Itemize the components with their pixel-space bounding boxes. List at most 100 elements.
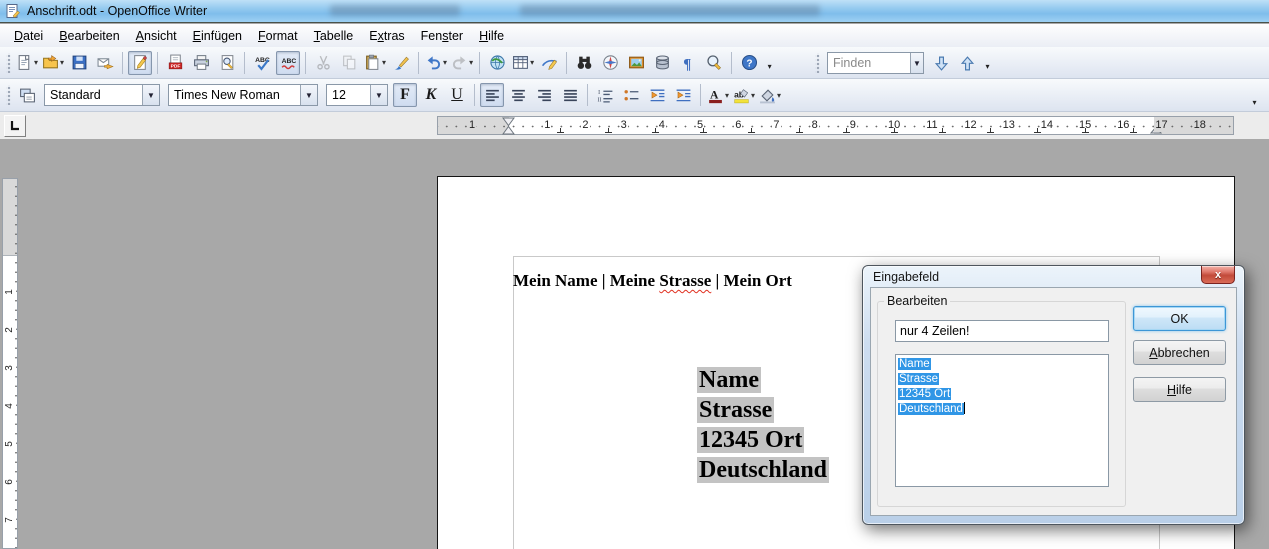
chevron-down-icon[interactable]: ▼: [300, 85, 317, 105]
highlighting-button[interactable]: ab▾: [732, 83, 756, 107]
ruler-number: 3: [4, 362, 16, 374]
dialog-close-button[interactable]: x: [1201, 266, 1235, 284]
toolbar-overflow-button[interactable]: ▾: [763, 59, 776, 74]
undo-button[interactable]: ▾: [424, 51, 448, 75]
menu-format[interactable]: Format: [250, 26, 306, 46]
chevron-down-icon[interactable]: ▾: [443, 58, 447, 67]
address-field-line[interactable]: Strasse: [697, 395, 829, 425]
formatting-marks-button[interactable]: ¶: [676, 51, 700, 75]
chevron-down-icon[interactable]: ▾: [382, 58, 386, 67]
chevron-down-icon[interactable]: ▾: [60, 58, 64, 67]
align-center-icon: [510, 87, 527, 104]
align-center-button[interactable]: [506, 83, 530, 107]
styles-window-button[interactable]: [15, 83, 39, 107]
navigator-button[interactable]: [598, 51, 622, 75]
font-color-button[interactable]: A▾: [706, 83, 730, 107]
menu-hilfe[interactable]: Hilfe: [471, 26, 512, 46]
address-field-line[interactable]: 12345 Ort: [697, 425, 829, 455]
paste-button[interactable]: ▾: [363, 51, 387, 75]
tab-stop-selector[interactable]: [4, 115, 26, 137]
find-previous-button[interactable]: [955, 51, 979, 75]
chevron-down-icon[interactable]: ▼: [142, 85, 159, 105]
zoom-button[interactable]: [702, 51, 726, 75]
hyperlink-button[interactable]: [485, 51, 509, 75]
chevron-down-icon[interactable]: ▾: [725, 91, 729, 100]
underline-button[interactable]: U: [445, 83, 469, 107]
find-next-button[interactable]: [929, 51, 953, 75]
menu-ansicht[interactable]: Ansicht: [128, 26, 185, 46]
find-replace-button[interactable]: [572, 51, 596, 75]
address-field-block[interactable]: NameStrasse12345 OrtDeutschland: [697, 365, 829, 485]
toolbar-grip[interactable]: [6, 53, 11, 73]
field-content-textarea[interactable]: NameStrasse12345 OrtDeutschland: [895, 354, 1109, 487]
chevron-down-icon[interactable]: ▾: [751, 91, 755, 100]
insert-table-button[interactable]: ▾: [511, 51, 535, 75]
page-preview-button[interactable]: [215, 51, 239, 75]
chevron-down-icon[interactable]: ▼: [910, 53, 923, 73]
find-toolbar-overflow-button[interactable]: ▾: [981, 59, 994, 74]
toolbar-grip[interactable]: [815, 53, 820, 73]
align-left-button[interactable]: [480, 83, 504, 107]
edit-file-button[interactable]: [128, 51, 152, 75]
print-button[interactable]: [189, 51, 213, 75]
draw-functions-button[interactable]: [537, 51, 561, 75]
new-document-button[interactable]: ▾: [15, 51, 39, 75]
chevron-down-icon[interactable]: ▾: [469, 58, 473, 67]
find-combobox[interactable]: ▼: [827, 52, 924, 74]
menu-einfügen[interactable]: Einfügen: [185, 26, 250, 46]
chevron-down-icon[interactable]: ▾: [530, 58, 534, 67]
help-button[interactable]: ?: [737, 51, 761, 75]
gallery-button[interactable]: [624, 51, 648, 75]
paragraph-style-combobox[interactable]: Standard ▼: [44, 84, 160, 106]
formatting-toolbar-overflow-button[interactable]: ▾: [1248, 95, 1261, 110]
reference-input[interactable]: [895, 320, 1109, 342]
spellcheck-button[interactable]: ABC: [250, 51, 274, 75]
menu-datei[interactable]: Datei: [6, 26, 51, 46]
chevron-down-icon[interactable]: ▾: [777, 91, 781, 100]
toolbar-grip[interactable]: [6, 85, 11, 105]
bullet-list-button[interactable]: [619, 83, 643, 107]
address-field-line[interactable]: Deutschland: [697, 455, 829, 485]
export-pdf-button[interactable]: PDF: [163, 51, 187, 75]
copy-icon: [341, 54, 358, 71]
save-button[interactable]: [67, 51, 91, 75]
clone-formatting-button[interactable]: [389, 51, 413, 75]
increase-indent-button[interactable]: [671, 83, 695, 107]
textarea-line: Deutschland: [898, 402, 1106, 417]
open-button[interactable]: ▾: [41, 51, 65, 75]
insert-table-icon: [512, 54, 529, 71]
indent-marker[interactable]: [502, 117, 515, 135]
highlighting-icon: ab: [733, 87, 750, 104]
font-name-combobox[interactable]: Times New Roman ▼: [168, 84, 318, 106]
menu-tabelle[interactable]: Tabelle: [306, 26, 362, 46]
ok-button[interactable]: OK: [1133, 306, 1226, 331]
align-right-button[interactable]: [532, 83, 556, 107]
titlebar: Anschrift.odt - OpenOffice Writer: [0, 0, 1269, 23]
font-size-combobox[interactable]: 12 ▼: [326, 84, 388, 106]
ruler-number: 1: [4, 286, 16, 298]
menu-extras[interactable]: Extras: [361, 26, 412, 46]
chevron-down-icon[interactable]: ▼: [370, 85, 387, 105]
menu-fenster[interactable]: Fenster: [413, 26, 471, 46]
default-tab-stop-mark: [796, 128, 803, 133]
redo-icon: [451, 54, 468, 71]
bold-button[interactable]: F: [393, 83, 417, 107]
document-header-line[interactable]: Mein Name | Meine Strasse | Mein Ort: [513, 271, 792, 291]
numbered-list-button[interactable]: III: [593, 83, 617, 107]
undo-icon: [425, 54, 442, 71]
data-sources-button[interactable]: [650, 51, 674, 75]
menu-bearbeiten[interactable]: Bearbeiten: [51, 26, 127, 46]
help-button[interactable]: Hilfe: [1133, 377, 1226, 402]
toolbar-separator: [418, 52, 419, 74]
default-tab-stop-mark: [939, 128, 946, 133]
address-field-line[interactable]: Name: [697, 365, 829, 395]
background-color-button[interactable]: ▾: [758, 83, 782, 107]
email-button[interactable]: [93, 51, 117, 75]
find-input[interactable]: [828, 56, 910, 70]
justify-button[interactable]: [558, 83, 582, 107]
italic-button[interactable]: K: [419, 83, 443, 107]
chevron-down-icon[interactable]: ▾: [34, 58, 38, 67]
decrease-indent-button[interactable]: [645, 83, 669, 107]
auto-spellcheck-button[interactable]: ABC: [276, 51, 300, 75]
cancel-button[interactable]: Abbrechen: [1133, 340, 1226, 365]
